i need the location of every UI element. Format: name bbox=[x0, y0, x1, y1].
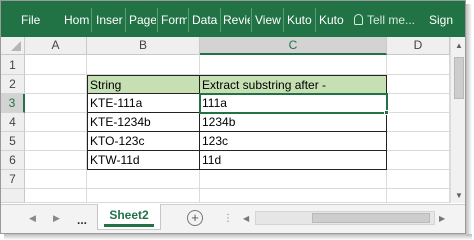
cell-d3[interactable] bbox=[387, 94, 450, 113]
tab-file[interactable]: File bbox=[21, 11, 40, 29]
scroll-down-arrow-icon[interactable]: ▼ bbox=[455, 191, 463, 200]
scroll-up-arrow-icon[interactable]: ▲ bbox=[455, 41, 463, 50]
cell-a8[interactable] bbox=[25, 189, 87, 203]
cell-d7[interactable] bbox=[387, 170, 450, 189]
tab-separator bbox=[315, 8, 316, 32]
cell-b1[interactable] bbox=[87, 55, 200, 75]
tab-kutools[interactable]: Kuto bbox=[287, 11, 314, 29]
ribbon: File Hom Inser Page Form Data Revie View… bbox=[1, 1, 465, 37]
tab-formulas[interactable]: Form bbox=[161, 11, 187, 29]
table-cell-string[interactable]: KTW-11d bbox=[87, 151, 200, 170]
row-header-8[interactable] bbox=[1, 189, 25, 203]
table-header-extract[interactable]: Extract substring after - bbox=[200, 75, 387, 94]
fill-handle[interactable] bbox=[384, 110, 389, 115]
tab-view[interactable]: View bbox=[255, 11, 282, 29]
table-cell-string[interactable]: KTO-123c bbox=[87, 132, 200, 151]
row-header-3[interactable]: 3 bbox=[1, 94, 25, 113]
cell-c7[interactable] bbox=[200, 170, 387, 189]
cell-d8[interactable] bbox=[387, 189, 450, 203]
window-shadow-bottom bbox=[4, 234, 472, 240]
row-header-1[interactable]: 1 bbox=[1, 55, 25, 75]
tab-separator bbox=[283, 8, 284, 32]
cell-d6[interactable] bbox=[387, 151, 450, 170]
table-cell-result[interactable]: 1234b bbox=[200, 113, 387, 132]
tab-separator bbox=[220, 8, 221, 32]
cell-c8[interactable] bbox=[200, 189, 387, 203]
sheet-next-icon[interactable]: ▶ bbox=[53, 213, 60, 224]
table-cell-string[interactable]: KTE-111a bbox=[87, 94, 200, 113]
select-all-triangle-icon bbox=[10, 41, 21, 51]
table-cell-result[interactable]: 11d bbox=[200, 151, 387, 170]
column-header-b[interactable]: B bbox=[87, 37, 200, 55]
more-sheets-button[interactable]: ... bbox=[77, 213, 87, 227]
tab-splitter-icon[interactable]: ⋮ bbox=[223, 213, 234, 224]
row-header-5[interactable]: 5 bbox=[1, 132, 25, 151]
scroll-left-arrow-icon[interactable]: ◀ bbox=[243, 214, 249, 223]
cell-d5[interactable] bbox=[387, 132, 450, 151]
cell-a6[interactable] bbox=[25, 151, 87, 170]
sheet-tab-active[interactable]: Sheet2 bbox=[97, 204, 161, 230]
table-header-string[interactable]: String bbox=[87, 75, 200, 94]
cell-b8[interactable] bbox=[87, 189, 200, 203]
vertical-scrollbar[interactable]: ▲ ▼ bbox=[450, 37, 465, 203]
select-all-corner[interactable] bbox=[1, 37, 25, 55]
tab-separator bbox=[125, 8, 126, 32]
tab-review[interactable]: Revie bbox=[223, 11, 250, 29]
table-cell-result-active[interactable]: 111a bbox=[199, 93, 388, 114]
horizontal-scroll-thumb[interactable] bbox=[312, 213, 430, 223]
cell-c1[interactable] bbox=[200, 55, 387, 75]
tab-kutools-plus[interactable]: Kuto bbox=[319, 11, 346, 29]
row-header-4[interactable]: 4 bbox=[1, 113, 25, 132]
tab-data[interactable]: Data bbox=[192, 11, 220, 29]
row-header-7[interactable]: 7 bbox=[1, 170, 25, 189]
tell-me-box[interactable]: Tell me... bbox=[354, 11, 415, 29]
cell-d1[interactable] bbox=[387, 55, 450, 75]
tab-home[interactable]: Hom bbox=[64, 11, 90, 29]
cell-a5[interactable] bbox=[25, 132, 87, 151]
horizontal-scrollbar[interactable] bbox=[255, 211, 435, 225]
sign-in-link[interactable]: Sign bbox=[429, 11, 453, 29]
tab-page-layout[interactable]: Page bbox=[129, 11, 156, 29]
sheet-tab-bar: ◀ ▶ ... Sheet2 + ⋮ ◀ ▶ bbox=[1, 204, 465, 233]
cell-a4[interactable] bbox=[25, 113, 87, 132]
cell-a7[interactable] bbox=[25, 170, 87, 189]
cell-a1[interactable] bbox=[25, 55, 87, 75]
row-header-2[interactable]: 2 bbox=[1, 75, 25, 94]
tab-separator bbox=[157, 8, 158, 32]
tab-separator bbox=[251, 8, 252, 32]
column-header-d[interactable]: D bbox=[387, 37, 450, 55]
tab-insert[interactable]: Inser bbox=[96, 11, 125, 29]
cell-d4[interactable] bbox=[387, 113, 450, 132]
column-header-c[interactable]: C bbox=[200, 37, 387, 55]
scroll-right-arrow-icon[interactable]: ▶ bbox=[439, 214, 445, 223]
excel-window: File Hom Inser Page Form Data Revie View… bbox=[0, 0, 466, 234]
column-header-a[interactable]: A bbox=[25, 37, 87, 55]
table-cell-string[interactable]: KTE-1234b bbox=[87, 113, 200, 132]
window-shadow-right bbox=[466, 4, 472, 236]
add-sheet-icon[interactable]: + bbox=[187, 210, 203, 226]
tab-separator bbox=[188, 8, 189, 32]
tell-me-text: Tell me... bbox=[367, 13, 416, 27]
cell-a2[interactable] bbox=[25, 75, 87, 94]
lightbulb-icon bbox=[354, 14, 363, 25]
sheet-prev-icon[interactable]: ◀ bbox=[29, 213, 36, 224]
table-cell-result[interactable]: 123c bbox=[200, 132, 387, 151]
vertical-scroll-thumb[interactable] bbox=[454, 57, 464, 99]
cell-a3[interactable] bbox=[25, 94, 87, 113]
row-header-6[interactable]: 6 bbox=[1, 151, 25, 170]
cell-b7[interactable] bbox=[87, 170, 200, 189]
tab-separator bbox=[91, 8, 92, 32]
cell-d2[interactable] bbox=[387, 75, 450, 94]
